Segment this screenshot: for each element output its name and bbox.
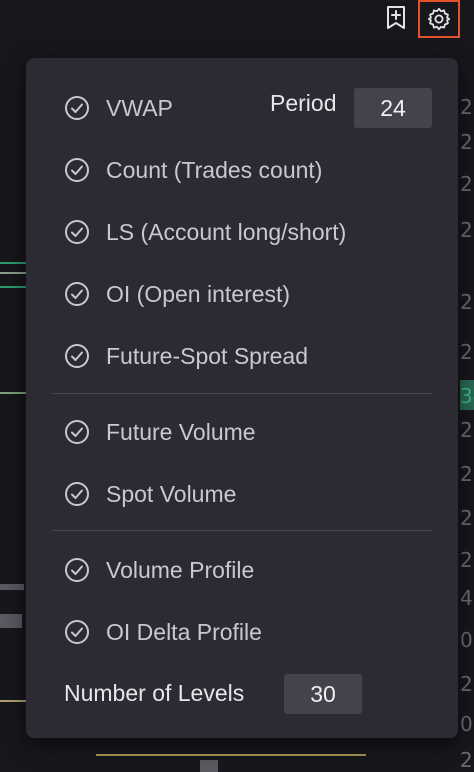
option-future-spot-spread[interactable]: Future-Spot Spread	[64, 336, 308, 376]
option-vwap[interactable]: VWAP	[64, 88, 173, 128]
option-label: Future Volume	[106, 418, 256, 445]
check-circle-icon[interactable]	[64, 157, 90, 183]
chart-screen: 2 2 2 2 2 2 34 2 2 2 2 40 0 2 0 2 VWAP P…	[0, 0, 474, 772]
axis-tick: 2	[460, 748, 473, 772]
check-circle-icon[interactable]	[64, 343, 90, 369]
axis-tick: 2	[460, 418, 473, 442]
axis-tick: 2	[460, 290, 473, 314]
axis-tick: 40	[460, 586, 474, 610]
chart-line	[0, 286, 26, 288]
chart-line	[0, 272, 26, 274]
settings-button[interactable]	[418, 0, 460, 38]
axis-tick: 0	[460, 712, 473, 736]
chart-line	[0, 700, 26, 702]
axis-tick: 34	[460, 384, 474, 408]
check-circle-icon[interactable]	[64, 481, 90, 507]
indicator-settings-panel: VWAP Period 24 Count (Trades count) LS (…	[26, 58, 458, 738]
option-label: Future-Spot Spread	[106, 342, 309, 369]
axis-tick: 2	[460, 95, 473, 119]
option-ls[interactable]: LS (Account long/short)	[64, 212, 346, 252]
volume-bar	[200, 760, 218, 772]
option-oi[interactable]: OI (Open interest)	[64, 274, 290, 314]
check-circle-icon[interactable]	[64, 419, 90, 445]
option-label: OI Delta Profile	[106, 618, 262, 645]
check-circle-icon[interactable]	[64, 557, 90, 583]
period-input[interactable]: 24	[354, 88, 432, 128]
option-label: Volume Profile	[106, 556, 255, 583]
option-label: OI (Open interest)	[106, 280, 291, 307]
check-circle-icon[interactable]	[64, 619, 90, 645]
period-label: Period	[270, 90, 337, 116]
check-circle-icon[interactable]	[64, 219, 90, 245]
option-spot-volume[interactable]: Spot Volume	[64, 474, 236, 514]
levels-label: Number of Levels	[64, 680, 245, 706]
option-oi-delta-profile[interactable]: OI Delta Profile	[64, 612, 262, 652]
option-volume-profile[interactable]: Volume Profile	[64, 550, 254, 590]
chart-line	[0, 262, 26, 264]
axis-tick: 2	[460, 506, 473, 530]
option-label: VWAP	[106, 94, 173, 121]
section-divider	[52, 393, 432, 394]
axis-tick: 0	[460, 628, 473, 652]
option-label: Count (Trades count)	[106, 156, 323, 183]
chart-line	[96, 754, 366, 756]
check-circle-icon[interactable]	[64, 281, 90, 307]
check-circle-icon[interactable]	[64, 95, 90, 121]
section-divider	[52, 530, 432, 531]
volume-bar	[0, 584, 24, 590]
chart-line	[0, 392, 26, 394]
option-label: Spot Volume	[106, 480, 237, 507]
axis-tick: 2	[460, 130, 473, 154]
axis-tick: 2	[460, 548, 473, 572]
option-label: LS (Account long/short)	[106, 218, 347, 245]
volume-bar	[0, 614, 22, 628]
axis-tick: 2	[460, 672, 473, 696]
axis-tick: 2	[460, 340, 473, 364]
bookmark-plus-icon[interactable]	[380, 2, 412, 34]
option-future-volume[interactable]: Future Volume	[64, 412, 256, 452]
axis-tick: 2	[460, 462, 473, 486]
axis-tick: 2	[460, 172, 473, 196]
option-count[interactable]: Count (Trades count)	[64, 150, 322, 190]
axis-tick: 2	[460, 218, 473, 242]
levels-input[interactable]: 30	[284, 674, 362, 714]
gear-icon	[427, 7, 451, 31]
